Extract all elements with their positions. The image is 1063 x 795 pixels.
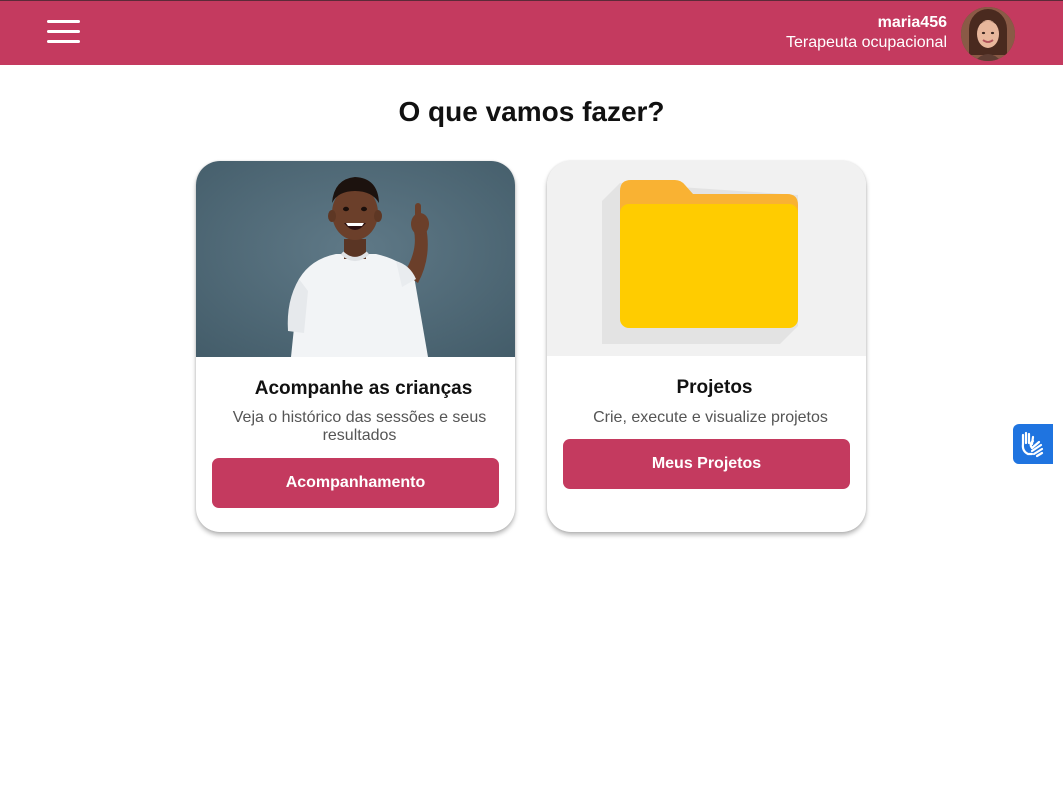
card-title: Acompanhe as crianças <box>254 378 473 399</box>
card-description: Crie, execute e visualize projetos <box>593 409 828 426</box>
sign-language-hands-icon[interactable] <box>1013 424 1053 464</box>
avatar[interactable] <box>961 7 1015 61</box>
user-name: maria456 <box>877 14 947 31</box>
user-role: Terapeuta ocupacional <box>785 34 947 51</box>
card-description: Veja o histórico das sessões e seus resu… <box>232 409 487 444</box>
yellow-folder-icon <box>547 161 866 356</box>
top-bar: maria456 Terapeuta ocupacional <box>0 0 1063 65</box>
card-projects: Projetos Crie, execute e visualize proje… <box>547 161 866 532</box>
page-title: O que vamos fazer? <box>398 96 665 127</box>
hamburger-menu-icon[interactable] <box>47 20 80 44</box>
smiling-child-pointing-up-photo <box>196 161 515 357</box>
card-title: Projetos <box>676 377 753 398</box>
tracking-button[interactable]: Acompanhamento <box>212 458 499 508</box>
my-projects-button[interactable]: Meus Projetos <box>563 439 850 489</box>
user-info: maria456 Terapeuta ocupacional <box>786 13 947 53</box>
card-track-children: Acompanhe as crianças Veja o histórico d… <box>196 161 515 532</box>
